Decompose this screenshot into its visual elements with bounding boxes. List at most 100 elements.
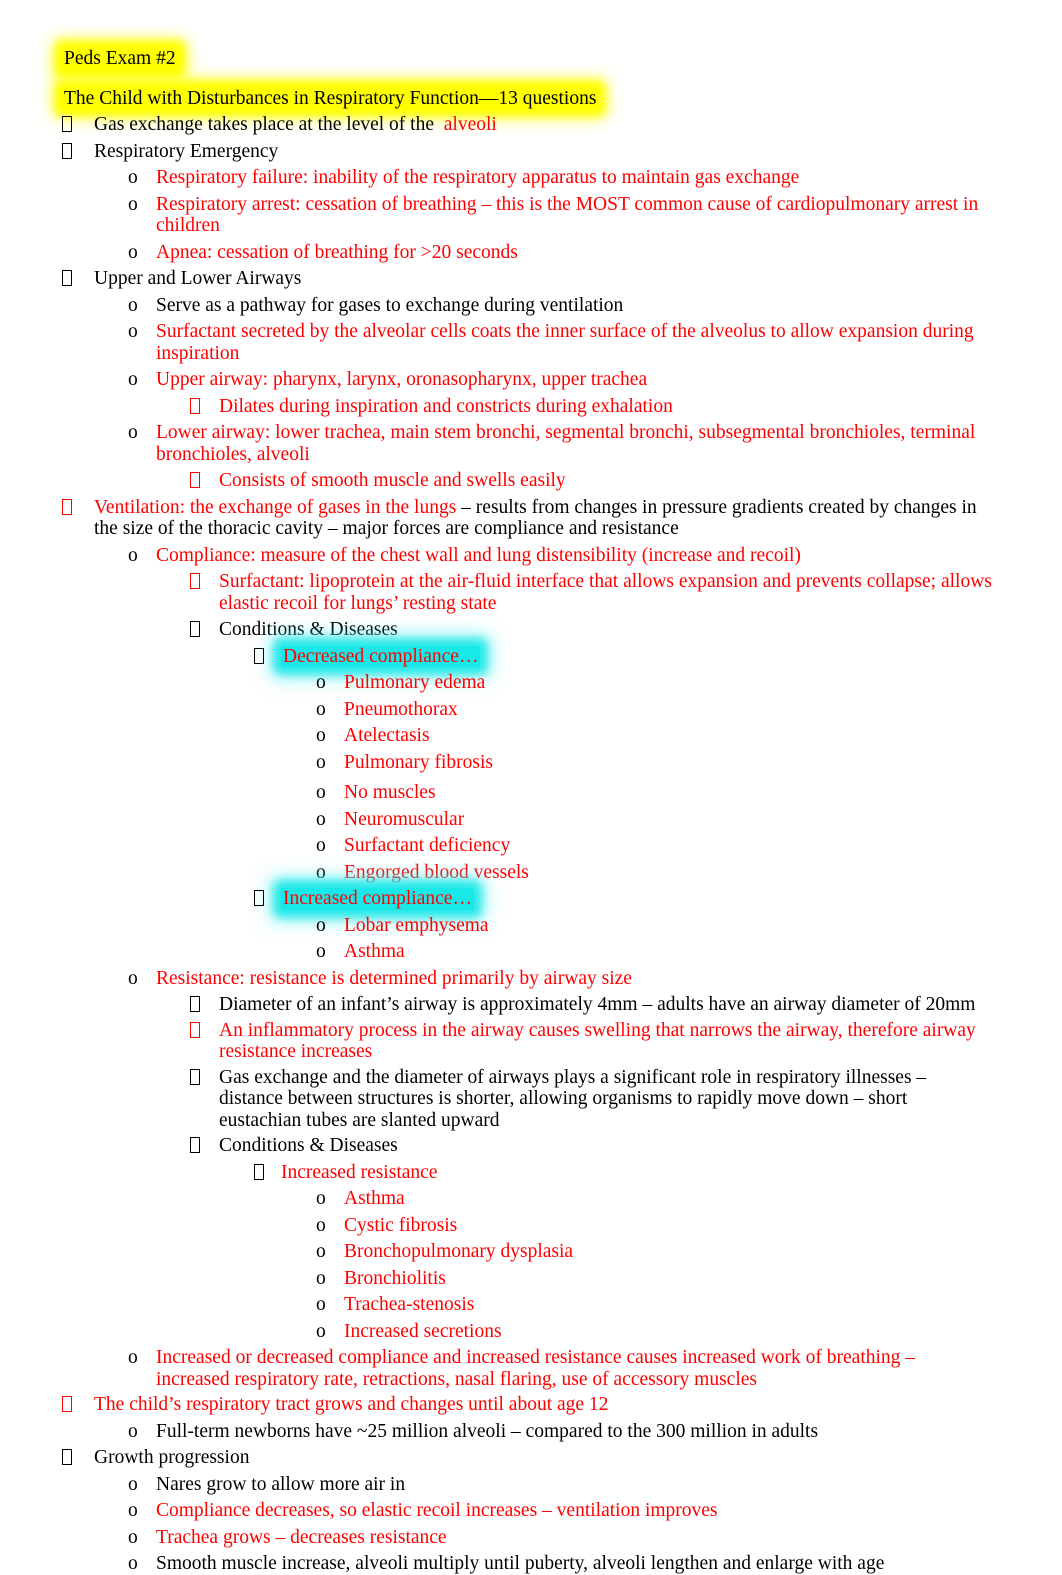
circle-marker-icon: o (128, 294, 138, 316)
list-item-highlighted: Increased compliance… (62, 888, 992, 910)
highlighted-label: Decreased compliance… (281, 645, 481, 667)
list-item-label: Full-term newborns have ~25 million alve… (156, 1420, 819, 1442)
circle-marker-icon: o (316, 914, 326, 936)
circle-marker-icon: o (128, 967, 138, 989)
circle-marker-icon: o (128, 241, 138, 263)
box-bullet-icon (190, 619, 200, 641)
list-item-label: Compliance: measure of the chest wall an… (156, 544, 801, 566)
list-item-label: Respiratory Emergency (94, 140, 279, 162)
circle-marker-icon: o (316, 751, 326, 773)
circle-marker-icon: o (128, 369, 138, 390)
box-bullet-icon (190, 1135, 200, 1157)
list-item: o Bronchiolitis (62, 1268, 992, 1290)
list-item: o Pulmonary edema (62, 672, 992, 694)
list-item-label: Respiratory arrest: cessation of breathi… (156, 193, 979, 237)
list-item-label: Growth progression (94, 1447, 250, 1468)
list-item: o Neuromuscular (62, 809, 992, 831)
list-item: o Increased secretions (62, 1321, 992, 1343)
box-bullet-icon (190, 571, 200, 593)
list-item: o Trachea-stenosis (62, 1294, 992, 1316)
list-item-label: Serve as a pathway for gases to exchange… (156, 294, 624, 316)
list-item-label: Cystic fibrosis (344, 1214, 458, 1236)
circle-marker-icon: o (316, 782, 326, 803)
list-item-label: Resistance: resistance is determined pri… (156, 967, 632, 989)
circle-marker-icon: o (316, 1241, 326, 1262)
list-item-emphasis: Ventilation: the exchange of gases in th… (94, 496, 457, 518)
list-item: o Bronchopulmonary dysplasia (62, 1241, 992, 1263)
list-item: Consists of smooth muscle and swells eas… (62, 470, 992, 492)
list-item-label: Asthma (344, 1188, 405, 1209)
list-item-label: Bronchopulmonary dysplasia (344, 1241, 574, 1262)
circle-marker-icon: o (316, 1214, 326, 1236)
list-item: o Upper airway: pharynx, larynx, oronaso… (62, 369, 992, 391)
list-item-label: Trachea-stenosis (344, 1294, 475, 1315)
document-header-text: Peds Exam #2 (62, 48, 178, 70)
list-item-highlighted: Decreased compliance… (62, 645, 992, 668)
circle-marker-icon: o (128, 1553, 138, 1574)
box-bullet-icon (190, 994, 200, 1016)
list-item-label: No muscles (344, 782, 436, 803)
list-item-label: Conditions & Diseases (219, 619, 398, 640)
list-item: o Asthma (62, 1188, 992, 1210)
document-header: Peds Exam #2 (62, 48, 992, 70)
header-spacer (62, 70, 992, 88)
list-item: o Pulmonary fibrosis (62, 752, 992, 774)
list-item-label: Gas exchange and the diameter of airways… (219, 1066, 927, 1131)
box-bullet-icon (254, 1162, 264, 1184)
list-item: Dilates during inspiration and constrict… (62, 396, 992, 418)
list-item: o Surfactant secreted by the alveolar ce… (62, 321, 992, 364)
list-item-emphasis: alveoli (443, 114, 497, 135)
list-item: Growth progression (62, 1447, 992, 1469)
list-item-label: Asthma (344, 941, 405, 962)
list-item: o Smooth muscle increase, alveoli multip… (62, 1553, 992, 1575)
list-item: o Respiratory failure: inability of the … (62, 167, 992, 189)
highlighted-label: Increased compliance… (281, 888, 474, 910)
list-item: o No muscles (62, 782, 992, 804)
list-item: o Atelectasis (62, 725, 992, 747)
list-item: o Compliance decreases, so elastic recoi… (62, 1500, 992, 1522)
list-item-label: Compliance decreases, so elastic recoil … (156, 1500, 718, 1521)
list-item: o Resistance: resistance is determined p… (62, 968, 992, 990)
list-item: o Serve as a pathway for gases to exchan… (62, 295, 992, 317)
list-item-label: Upper and Lower Airways (94, 268, 302, 289)
list-item-label: Dilates during inspiration and constrict… (219, 395, 673, 417)
circle-marker-icon: o (316, 725, 326, 746)
list-item-label: Consists of smooth muscle and swells eas… (219, 470, 566, 491)
circle-marker-icon: o (316, 698, 326, 720)
box-bullet-icon (254, 888, 264, 910)
circle-marker-icon: o (128, 321, 138, 342)
box-bullet-icon (62, 497, 72, 519)
list-item-label: Apnea: cessation of breathing for >20 se… (156, 241, 518, 263)
list-item: Increased resistance (62, 1162, 992, 1184)
circle-marker-icon: o (128, 1500, 138, 1521)
list-item: Ventilation: the exchange of gases in th… (62, 497, 992, 540)
list-item: o Lobar emphysema (62, 915, 992, 937)
document-page: Peds Exam #2 The Child with Disturbances… (0, 0, 1062, 1574)
circle-marker-icon: o (128, 1420, 138, 1442)
list-item-label: Surfactant secreted by the alveolar cell… (156, 321, 974, 364)
list-item-label: Diameter of an infant’s airway is approx… (219, 994, 976, 1015)
box-bullet-icon (62, 141, 72, 163)
circle-marker-icon: o (316, 1267, 326, 1289)
circle-marker-icon: o (128, 193, 138, 215)
box-bullet-icon (190, 1067, 200, 1089)
list-item: o Trachea grows – decreases resistance (62, 1527, 992, 1549)
list-item-label: Increased or decreased compliance and in… (156, 1347, 916, 1390)
list-item: Conditions & Diseases (62, 1135, 992, 1157)
list-item: o Respiratory arrest: cessation of breat… (62, 194, 992, 237)
circle-marker-icon: o (128, 1347, 138, 1368)
list-item-label: Engorged blood vessels (344, 861, 529, 883)
circle-marker-icon: o (316, 941, 326, 962)
circle-marker-icon: o (316, 861, 326, 883)
box-bullet-icon (254, 646, 264, 668)
list-item-label: Pulmonary edema (344, 672, 486, 693)
circle-marker-icon: o (316, 1188, 326, 1209)
list-item: Diameter of an infant’s airway is approx… (62, 994, 992, 1016)
circle-marker-icon: o (128, 1473, 138, 1495)
list-item: Surfactant: lipoprotein at the air-fluid… (62, 571, 992, 614)
list-item: o Engorged blood vessels (62, 862, 992, 884)
box-bullet-icon (190, 396, 200, 418)
list-item-label: Pulmonary fibrosis (344, 751, 493, 773)
circle-marker-icon: o (316, 1320, 326, 1342)
list-item-label: Pneumothorax (344, 698, 458, 720)
